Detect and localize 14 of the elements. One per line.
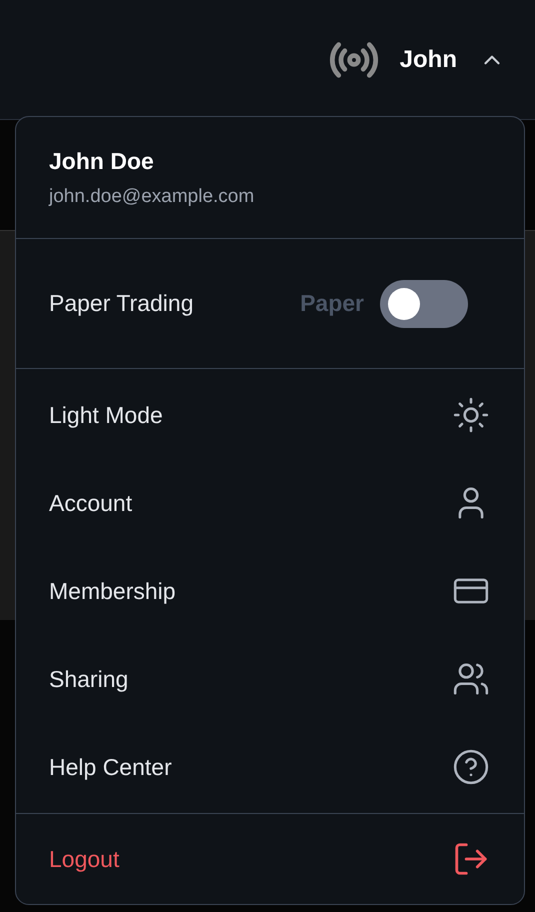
paper-trading-switch[interactable] (380, 280, 468, 328)
logout-item[interactable]: Logout (16, 814, 524, 904)
menu-item[interactable]: Help Center (16, 723, 524, 811)
profile-name: John Doe (49, 147, 155, 176)
menu-item[interactable]: Light Mode (16, 371, 524, 459)
paper-trading-label: Paper Trading (49, 289, 194, 318)
sun-icon (452, 396, 490, 434)
help-icon (452, 748, 490, 786)
menu-item[interactable]: Sharing (16, 635, 524, 723)
user-menu-button[interactable]: John (400, 42, 505, 78)
menu-item[interactable]: Membership (16, 547, 524, 635)
mode-label: Paper (300, 289, 364, 318)
menu-item[interactable]: Account (16, 459, 524, 547)
profile-email: john.doe@example.com (49, 184, 256, 208)
